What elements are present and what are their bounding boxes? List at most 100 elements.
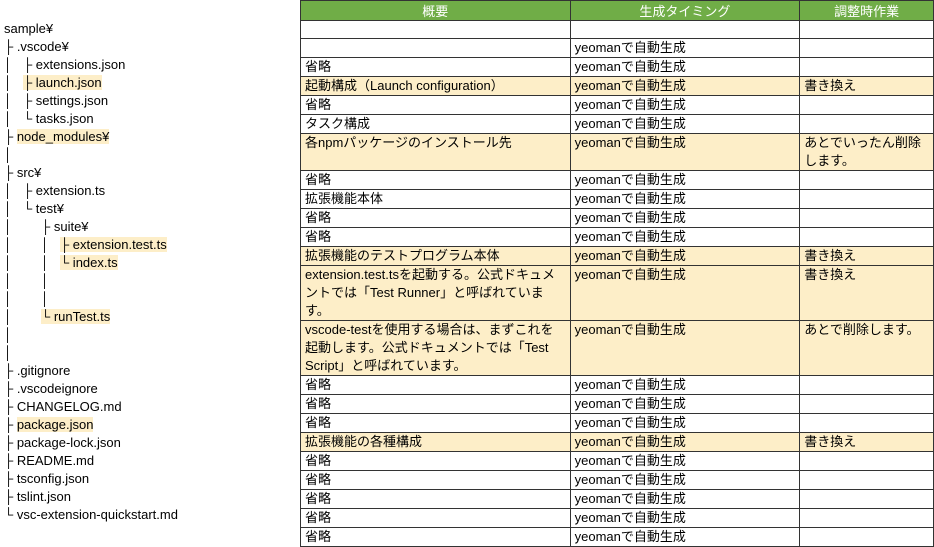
tree-row: │ │ [0, 290, 300, 308]
table-row: 省略yeomanで自動生成 [301, 452, 934, 471]
cell-c2: yeomanで自動生成 [570, 247, 800, 266]
tree-row: │ ├ settings.json [0, 92, 300, 110]
table-row: yeomanで自動生成 [301, 39, 934, 58]
tree-row: ├ tslint.json [0, 488, 300, 506]
tree-row: ├ package-lock.json [0, 434, 300, 452]
cell-c2: yeomanで自動生成 [570, 266, 800, 321]
cell-c3 [800, 528, 934, 547]
cell-c1: 省略 [301, 471, 571, 490]
tree-row: │ └ runTest.ts [0, 308, 300, 326]
cell-c2: yeomanで自動生成 [570, 321, 800, 376]
tree-segment: sample¥ [4, 21, 53, 36]
tree-segment: │ [4, 309, 41, 324]
tree-segment: ├ launch.json [23, 75, 102, 90]
cell-c2: yeomanで自動生成 [570, 115, 800, 134]
tree-segment: │ │ [4, 291, 49, 306]
tree-segment: ├ [4, 129, 17, 144]
table-row: extension.test.tsを起動する。公式ドキュメントでは「Test R… [301, 266, 934, 321]
cell-c2: yeomanで自動生成 [570, 414, 800, 433]
tree-segment: ├ extension.test.ts [60, 237, 167, 252]
cell-c3: あとで削除します。 [800, 321, 934, 376]
tree-row: │ ├ launch.json [0, 74, 300, 92]
cell-c1: 拡張機能本体 [301, 190, 571, 209]
tree-segment: │ [4, 345, 12, 360]
cell-c2: yeomanで自動生成 [570, 509, 800, 528]
tree-row: │ [0, 146, 300, 164]
cell-c1: 省略 [301, 395, 571, 414]
table-row: タスク構成yeomanで自動生成 [301, 115, 934, 134]
cell-c3: あとでいったん削除します。 [800, 134, 934, 171]
table-row: 省略yeomanで自動生成 [301, 414, 934, 433]
table-row: 拡張機能本体yeomanで自動生成 [301, 190, 934, 209]
cell-c1: タスク構成 [301, 115, 571, 134]
header-adjustment: 調整時作業 [800, 1, 934, 21]
cell-c2: yeomanで自動生成 [570, 376, 800, 395]
cell-c1: 起動構成（Launch configuration） [301, 77, 571, 96]
tree-segment: │ ├ suite¥ [4, 219, 89, 234]
tree-row: │ │ [0, 272, 300, 290]
cell-c3: 書き換え [800, 77, 934, 96]
cell-c3 [800, 58, 934, 77]
tree-row: │ └ test¥ [0, 200, 300, 218]
cell-c3 [800, 452, 934, 471]
table-header-row: 概要 生成タイミング 調整時作業 [301, 1, 934, 21]
cell-c3 [800, 209, 934, 228]
tree-segment: └ index.ts [60, 255, 118, 270]
tree-segment: ├ .vscodeignore [4, 381, 98, 396]
cell-c1 [301, 21, 571, 39]
cell-c1: 省略 [301, 452, 571, 471]
tree-segment: ├ package-lock.json [4, 435, 121, 450]
tree-row: ├ .vscode¥ [0, 38, 300, 56]
main-container: sample¥├ .vscode¥│ ├ extensions.json│ ├ … [0, 0, 934, 547]
tree-segment: │ [4, 147, 12, 162]
cell-c3 [800, 39, 934, 58]
tree-row: sample¥ [0, 20, 300, 38]
table-row: 省略yeomanで自動生成 [301, 376, 934, 395]
table-column: 概要 生成タイミング 調整時作業 yeomanで自動生成省略yeomanで自動生… [300, 0, 934, 547]
cell-c1 [301, 39, 571, 58]
cell-c2: yeomanで自動生成 [570, 58, 800, 77]
cell-c3 [800, 96, 934, 115]
table-row: 拡張機能の各種構成yeomanで自動生成書き換え [301, 433, 934, 452]
cell-c1: extension.test.tsを起動する。公式ドキュメントでは「Test R… [301, 266, 571, 321]
cell-c2: yeomanで自動生成 [570, 190, 800, 209]
tree-segment: └ runTest.ts [41, 309, 110, 324]
cell-c3: 書き換え [800, 433, 934, 452]
table-row: 省略yeomanで自動生成 [301, 509, 934, 528]
cell-c2: yeomanで自動生成 [570, 96, 800, 115]
tree-segment: node_modules¥ [17, 129, 110, 144]
cell-c3 [800, 115, 934, 134]
cell-c1: 拡張機能のテストプログラム本体 [301, 247, 571, 266]
cell-c1: vscode-testを使用する場合は、まずこれを起動します。公式ドキュメントで… [301, 321, 571, 376]
tree-segment: ├ src¥ [4, 165, 41, 180]
tree-row: ├ .gitignore [0, 362, 300, 380]
cell-c3 [800, 395, 934, 414]
cell-c2: yeomanで自動生成 [570, 39, 800, 58]
cell-c1: 省略 [301, 509, 571, 528]
tree-row: ├ .vscodeignore [0, 380, 300, 398]
tree-segment: package.json [17, 417, 94, 432]
table-row [301, 21, 934, 39]
cell-c1: 各npmパッケージのインストール先 [301, 134, 571, 171]
cell-c1: 省略 [301, 528, 571, 547]
table-row: 省略yeomanで自動生成 [301, 209, 934, 228]
cell-c1: 省略 [301, 209, 571, 228]
tree-row: │ [0, 326, 300, 344]
tree-segment: │ │ [4, 273, 49, 288]
tree-segment: │ │ [4, 255, 60, 270]
cell-c2: yeomanで自動生成 [570, 471, 800, 490]
cell-c3: 書き換え [800, 247, 934, 266]
tree-row: ├ CHANGELOG.md [0, 398, 300, 416]
table-row: 省略yeomanで自動生成 [301, 171, 934, 190]
cell-c2: yeomanで自動生成 [570, 77, 800, 96]
table-row: 省略yeomanで自動生成 [301, 228, 934, 247]
tree-segment: ├ tslint.json [4, 489, 71, 504]
tree-segment: │ [4, 75, 23, 90]
table-row: 起動構成（Launch configuration）yeomanで自動生成書き換… [301, 77, 934, 96]
cell-c2: yeomanで自動生成 [570, 490, 800, 509]
cell-c1: 省略 [301, 414, 571, 433]
tree-row: │ [0, 344, 300, 362]
cell-c1: 省略 [301, 228, 571, 247]
tree-row: │ └ tasks.json [0, 110, 300, 128]
tree-segment: ├ .vscode¥ [4, 39, 69, 54]
